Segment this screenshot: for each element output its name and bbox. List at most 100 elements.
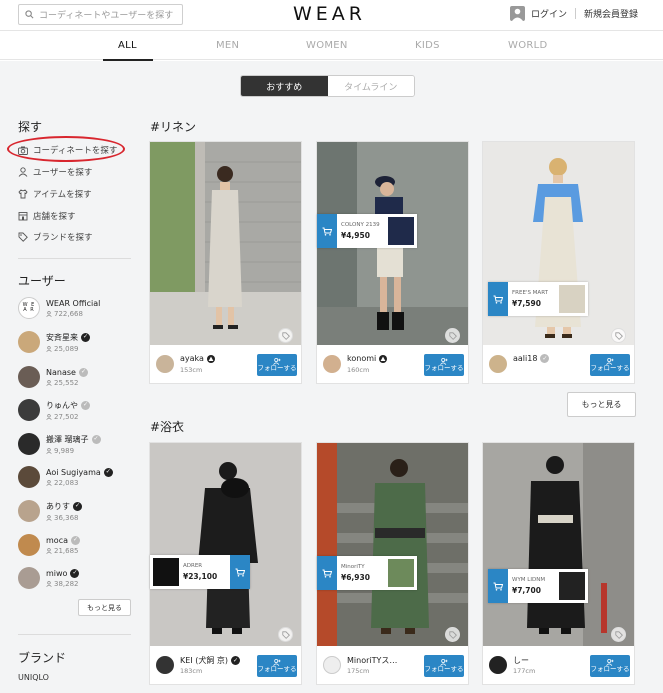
verified-icon: ✓ bbox=[103, 467, 113, 477]
verified-icon: ✓ bbox=[70, 568, 80, 578]
tag-icon[interactable] bbox=[445, 328, 460, 343]
user-name: konomi bbox=[347, 354, 377, 363]
coordinate-photo[interactable] bbox=[150, 142, 301, 345]
item-thumbnail bbox=[153, 558, 179, 586]
user-name: MinoriTYス… bbox=[347, 656, 398, 665]
item-thumbnail bbox=[559, 572, 585, 600]
coordinate-card[interactable]: MinoriTY ¥6,930 MinoriTYス… 175cm フォローする bbox=[316, 442, 469, 685]
user-row[interactable]: 安斉星来 ✓ 25,089 bbox=[18, 331, 90, 353]
tag-icon[interactable] bbox=[611, 627, 626, 642]
sidebar-link-label: アイテムを探す bbox=[33, 190, 92, 200]
follow-button[interactable]: フォローする bbox=[257, 354, 297, 376]
sidebar-link-items[interactable]: アイテムを探す bbox=[18, 188, 92, 200]
tag-icon[interactable] bbox=[278, 627, 293, 642]
verified-icon: ✓ bbox=[73, 501, 82, 511]
user-name: しー bbox=[513, 656, 529, 665]
followers-icon bbox=[46, 580, 52, 587]
user-row[interactable]: Aoi Sugiyama ✓ 22,083 bbox=[18, 466, 113, 488]
user-name: Aoi Sugiyama bbox=[46, 467, 101, 477]
users-heading: ユーザー bbox=[18, 274, 66, 288]
user-name: Nanase bbox=[46, 367, 76, 377]
tag-icon bbox=[18, 232, 28, 242]
person-icon bbox=[18, 167, 28, 177]
price-tag[interactable]: MinoriTY ¥6,930 bbox=[317, 556, 417, 590]
tab-all[interactable]: ALL bbox=[118, 40, 137, 51]
price-tag[interactable]: WYM LIDNM ¥7,700 bbox=[488, 569, 588, 603]
avatar bbox=[18, 399, 40, 421]
follower-count: 9,989 bbox=[54, 446, 75, 455]
user-row[interactable]: W EA R WEAR Official 722,668 bbox=[18, 297, 100, 319]
sidebar-link-label: ユーザーを探す bbox=[33, 168, 93, 178]
user-row[interactable]: Nanase ✓ 25,552 bbox=[18, 366, 88, 388]
price-tag[interactable]: ADRER ¥23,100 bbox=[150, 555, 250, 589]
tag-icon[interactable] bbox=[611, 328, 626, 343]
user-row[interactable]: りゅんや ✓ 27,502 bbox=[18, 399, 90, 421]
user-row[interactable]: ありす ✓ 36,368 bbox=[18, 500, 82, 522]
sidebar-link-users[interactable]: ユーザーを探す bbox=[18, 166, 92, 178]
sidebar-divider bbox=[18, 634, 131, 635]
followers-icon bbox=[46, 413, 52, 420]
register-link[interactable]: 新規会員登録 bbox=[584, 7, 638, 20]
coordinate-card[interactable]: ayaka 153cm フォローする bbox=[149, 141, 302, 384]
follow-button[interactable]: フォローする bbox=[424, 354, 464, 376]
coordinate-photo[interactable] bbox=[317, 443, 468, 646]
item-thumbnail bbox=[388, 217, 414, 245]
coordinate-photo[interactable] bbox=[150, 443, 301, 646]
tab-world[interactable]: WORLD bbox=[508, 40, 547, 51]
verified-icon: ✓ bbox=[81, 400, 90, 410]
avatar bbox=[156, 355, 174, 373]
avatar bbox=[489, 656, 507, 674]
user-icon bbox=[510, 6, 525, 21]
follow-button[interactable]: フォローする bbox=[257, 655, 297, 677]
user-row[interactable]: 搬澤 瑠璃子 ✓ 9,989 bbox=[18, 433, 101, 455]
shop-name: MinoriTY bbox=[341, 564, 365, 571]
avatar: W EA R bbox=[18, 297, 40, 319]
avatar bbox=[156, 656, 174, 674]
search-heading: 探す bbox=[18, 120, 43, 134]
cart-icon bbox=[230, 555, 250, 589]
brand-item[interactable]: UNIQLO bbox=[18, 673, 49, 682]
tag-icon[interactable] bbox=[278, 328, 293, 343]
toggle-timeline[interactable]: タイムライン bbox=[327, 76, 414, 96]
toggle-recommended[interactable]: おすすめ bbox=[241, 76, 328, 96]
follow-button[interactable]: フォローする bbox=[590, 655, 630, 677]
verified-icon: ✓ bbox=[231, 656, 240, 665]
sidebar-link-stores[interactable]: 店舗を探す bbox=[18, 210, 76, 222]
tab-kids[interactable]: KIDS bbox=[415, 40, 440, 51]
coordinate-photo[interactable] bbox=[483, 443, 634, 646]
shirt-icon bbox=[18, 189, 28, 199]
search-input[interactable]: コーディネートやユーザーを探す bbox=[18, 4, 183, 25]
follow-label: フォローする bbox=[424, 363, 464, 372]
follow-button[interactable]: フォローする bbox=[424, 655, 464, 677]
follow-button[interactable]: フォローする bbox=[590, 354, 630, 376]
coordinate-card[interactable]: WYM LIDNM ¥7,700 しー 177cm フォローする bbox=[482, 442, 635, 685]
user-row[interactable]: miwo ✓ 38,282 bbox=[18, 567, 80, 589]
coordinate-card[interactable]: COLONY 2139 ¥4,950 konomi 160cm フォローする bbox=[316, 141, 469, 384]
followers-icon bbox=[46, 379, 52, 386]
followers-icon bbox=[46, 547, 52, 554]
cart-icon bbox=[488, 569, 508, 603]
avatar bbox=[18, 433, 40, 455]
wear-badge-icon bbox=[206, 354, 215, 363]
login-link[interactable]: ログイン bbox=[510, 6, 567, 21]
sidebar-link-label: ブランドを探す bbox=[33, 233, 93, 243]
store-icon bbox=[18, 212, 28, 221]
coordinate-card[interactable]: FREE'S MART ¥7,590 aali18 ✓ フォローする bbox=[482, 141, 635, 384]
avatar bbox=[18, 331, 40, 353]
user-name: miwo bbox=[46, 568, 68, 578]
coordinate-card[interactable]: ADRER ¥23,100 KEI (犬飼 京) ✓ 183cm フォローする bbox=[149, 442, 302, 685]
price-tag[interactable]: COLONY 2139 ¥4,950 bbox=[317, 214, 417, 248]
sidebar-link-brands[interactable]: ブランドを探す bbox=[18, 231, 93, 243]
more-button[interactable]: もっと見る bbox=[567, 392, 636, 417]
tab-women[interactable]: WOMEN bbox=[306, 40, 348, 51]
user-row[interactable]: moca ✓ 21,685 bbox=[18, 534, 80, 556]
tag-icon[interactable] bbox=[445, 627, 460, 642]
brand-heading: ブランド bbox=[18, 651, 67, 665]
item-price: ¥6,930 bbox=[341, 572, 370, 582]
follow-label: フォローする bbox=[590, 363, 630, 372]
price-tag[interactable]: FREE'S MART ¥7,590 bbox=[488, 282, 588, 316]
more-users-button[interactable]: もっと見る bbox=[78, 599, 131, 616]
tab-men[interactable]: MEN bbox=[216, 40, 239, 51]
wear-logo[interactable]: WEAR bbox=[293, 3, 366, 25]
wear-badge-icon bbox=[379, 354, 388, 363]
